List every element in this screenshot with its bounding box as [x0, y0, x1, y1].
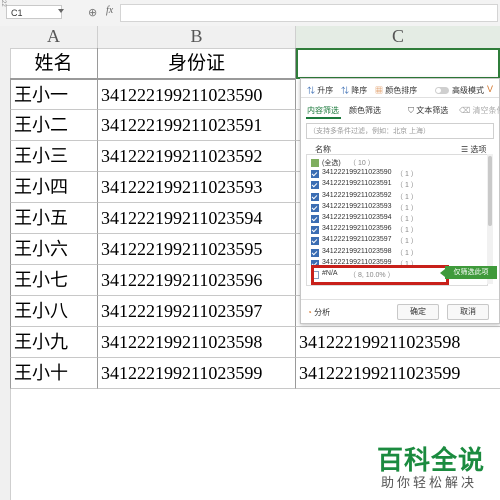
column-header-b[interactable]: B	[98, 26, 296, 48]
filter-item-label[interactable]: (全选)	[322, 158, 341, 168]
id-cell[interactable]: 341222199211023592	[98, 141, 296, 172]
analysis-label: 分析	[314, 308, 331, 317]
header-cell-a[interactable]: 姓名	[10, 48, 98, 79]
filter-item-count: （ 1 ）	[396, 182, 418, 190]
filter-item-count: （ 1 ）	[396, 238, 418, 246]
filter-checkbox[interactable]	[311, 215, 319, 223]
tab-color-filter[interactable]: 颜色筛选	[349, 105, 381, 116]
filter-item-label[interactable]: 341222199211023593	[322, 203, 392, 210]
name-cell[interactable]: 王小五	[10, 203, 98, 234]
name-cell[interactable]: 王小十	[10, 358, 98, 389]
ok-button[interactable]: 确定	[397, 304, 439, 320]
id-cell[interactable]: 341222199211023590	[98, 79, 296, 110]
scrollbar-thumb[interactable]	[488, 156, 492, 226]
id-cell[interactable]: 341222199211023599	[98, 358, 296, 389]
sort-asc-button[interactable]: ⇅ 升序	[307, 85, 333, 96]
id-cell[interactable]: 341222199211023598	[98, 327, 296, 358]
filter-checkbox[interactable]	[311, 203, 319, 212]
column-header-c[interactable]: C	[296, 26, 500, 48]
name-box[interactable]: C1	[6, 5, 62, 19]
clear-condition-label: 清空条件	[472, 106, 500, 115]
sort-desc-icon: ⇅	[341, 86, 349, 95]
name-cell[interactable]: 王小四	[10, 172, 98, 203]
list-scrollbar[interactable]	[487, 154, 493, 284]
name-cell[interactable]: 王小七	[10, 265, 98, 296]
name-cell[interactable]: 王小三	[10, 141, 98, 172]
filter-item-label[interactable]: 341222199211023597	[322, 236, 392, 243]
filter-item-count: （ 10 ）	[349, 160, 375, 167]
filter-item-label[interactable]: 341222199211023598	[322, 248, 392, 255]
clear-condition-button[interactable]: ⌫ 清空条件	[459, 105, 500, 116]
id-cell[interactable]: 341222199211023591	[98, 110, 296, 141]
filter-checkbox[interactable]	[311, 226, 319, 235]
column-header-a[interactable]: A	[10, 26, 98, 48]
options-icon: ☰	[461, 145, 469, 154]
tab-content-filter[interactable]: 内容筛选	[307, 105, 339, 116]
filter-item-count: （ 1 ）	[396, 171, 418, 179]
name-cell[interactable]: 王小二	[10, 110, 98, 141]
filter-checkbox[interactable]	[311, 237, 319, 246]
filter-checkbox[interactable]	[311, 159, 319, 167]
id-cell[interactable]: 341222199211023595	[98, 234, 296, 265]
name-cell[interactable]: 王小八	[10, 296, 98, 327]
filter-item-count: （ 1 ）	[396, 193, 418, 201]
id-cell[interactable]: 341222199211023594	[98, 203, 296, 234]
watermark-subtitle: 助你轻松解决	[381, 476, 478, 491]
text-filter-button[interactable]: ⛉ 文本筛选	[408, 105, 448, 116]
footer-divider	[301, 299, 499, 300]
sort-desc-label: 降序	[351, 86, 368, 95]
search-placeholder: （支持多条件过滤，例如：北京 上海）	[309, 128, 430, 135]
name-cell[interactable]: 王小六	[10, 234, 98, 265]
sort-desc-button[interactable]: ⇅ 降序	[341, 85, 367, 96]
sort-color-label: 颜色排序	[385, 86, 418, 95]
filter-search-input[interactable]: （支持多条件过滤，例如：北京 上海）	[306, 123, 494, 139]
name-cell[interactable]: 王小九	[10, 327, 98, 358]
id-cell[interactable]: 341222199211023593	[98, 172, 296, 203]
filter-checkbox[interactable]	[311, 181, 319, 190]
filter-only-this-callout[interactable]: 仅筛选此项	[440, 266, 497, 279]
header-cell-c[interactable]	[296, 48, 500, 79]
advanced-mode-label: 高级模式	[452, 86, 484, 95]
highlight-box	[311, 265, 449, 285]
c-cell[interactable]: 341222199211023599	[296, 358, 500, 389]
filter-item-label[interactable]: 341222199211023594	[322, 214, 392, 221]
filter-checkbox[interactable]	[311, 192, 319, 201]
name-cell[interactable]: 王小一	[10, 79, 98, 110]
function-icon[interactable]: fx	[106, 5, 113, 16]
vip-icon: V	[487, 84, 494, 94]
active-tab-underline	[306, 117, 341, 119]
clear-icon: ⌫	[459, 106, 471, 115]
formula-input[interactable]	[120, 4, 498, 22]
advanced-mode-toggle[interactable]	[435, 87, 449, 94]
text-filter-label: 文本筛选	[416, 106, 449, 115]
id-cell[interactable]: 341222199211023596	[98, 265, 296, 296]
row-number-fragment: 22	[0, 0, 6, 7]
cancel-button[interactable]: 取消	[447, 304, 489, 320]
header-cell-b[interactable]: 身份证	[98, 48, 296, 79]
filter-item-label[interactable]: 341222199211023592	[322, 192, 392, 199]
filter-item-count: （ 1 ）	[396, 227, 418, 235]
filter-checkbox[interactable]	[311, 248, 319, 257]
filter-item-label[interactable]: 341222199211023591	[322, 180, 392, 187]
c-cell[interactable]: 341222199211023598	[296, 327, 500, 358]
sort-asc-label: 升序	[317, 86, 334, 95]
options-label: 选项	[470, 145, 487, 154]
id-cell[interactable]: 341222199211023597	[98, 296, 296, 327]
filter-checkbox[interactable]	[311, 170, 319, 179]
filter-item-count: （ 1 ）	[396, 204, 418, 212]
color-sort-icon: ▦	[375, 86, 383, 95]
filter-panel: ⇅ 升序 ⇅ 降序 ▦ 颜色排序 高级模式 V 内容筛选 颜色筛选 ⛉ 文本筛选…	[300, 78, 500, 324]
name-box-dropdown-icon[interactable]	[58, 9, 64, 13]
pie-chart-icon: ◔	[307, 308, 312, 317]
filter-item-count: （ 1 ）	[396, 216, 418, 223]
sort-asc-icon: ⇅	[307, 86, 315, 95]
filter-item-label[interactable]: 341222199211023596	[322, 225, 392, 232]
filter-item-label[interactable]: 341222199211023590	[322, 169, 392, 176]
toolbar-divider	[301, 97, 499, 98]
sort-color-button[interactable]: ▦ 颜色排序	[375, 85, 417, 96]
filter-funnel-icon: ⛉	[408, 106, 414, 115]
analysis-button[interactable]: ◔ 分析	[307, 307, 330, 318]
filter-item-count: （ 1 ）	[396, 249, 418, 257]
zoom-icon[interactable]: ⊕	[88, 6, 97, 19]
